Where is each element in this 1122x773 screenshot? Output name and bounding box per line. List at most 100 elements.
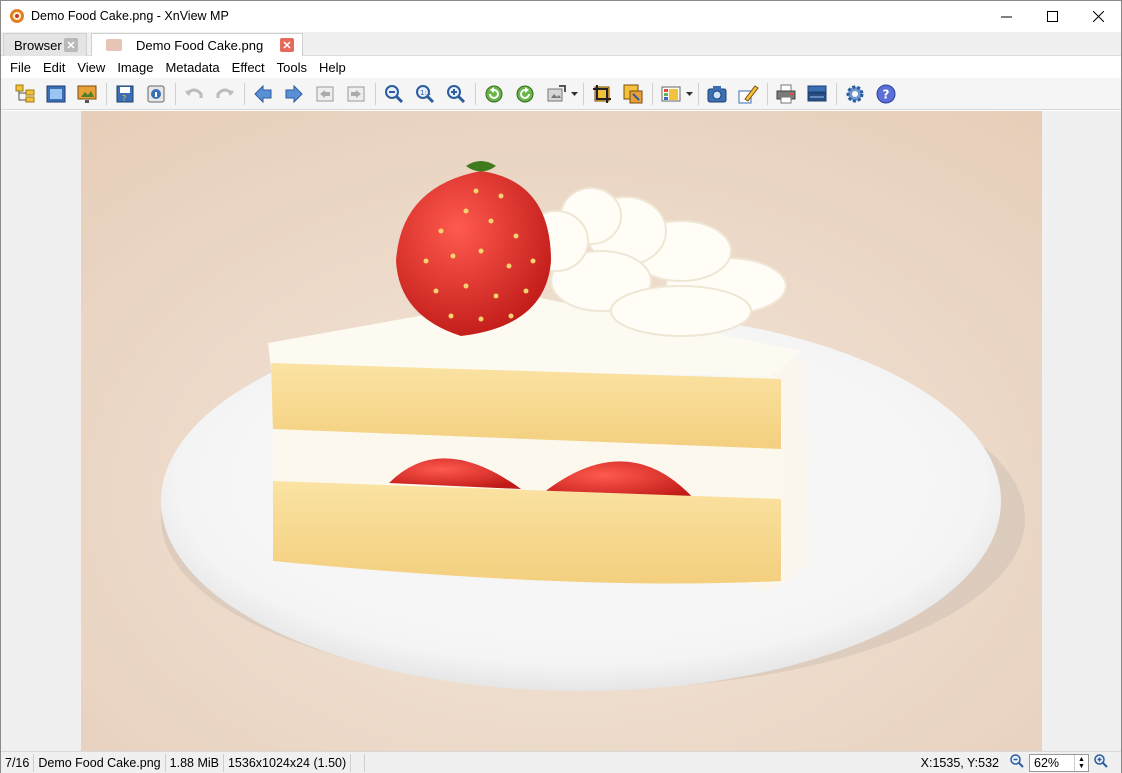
zoom-fit-icon: 1:1 [416, 84, 435, 103]
settings-button[interactable] [841, 81, 869, 107]
zoom-out-button[interactable] [380, 81, 408, 107]
app-window: Demo Food Cake.png - XnView MP Browser D… [0, 0, 1122, 773]
first-button[interactable] [311, 81, 339, 107]
minimize-icon [1000, 16, 1012, 17]
tab-close-icon[interactable] [280, 38, 294, 52]
last-icon [347, 86, 365, 101]
chevron-down-icon [685, 91, 693, 96]
svg-text:?: ? [122, 94, 126, 103]
tab-close-icon[interactable] [64, 38, 78, 52]
status-filesize: 1.88 MiB [166, 753, 224, 772]
properties-button[interactable] [142, 81, 170, 107]
status-spacer [351, 753, 366, 772]
previous-icon [254, 84, 272, 103]
tab-bar: Browser Demo Food Cake.png [1, 32, 1121, 56]
next-button[interactable] [280, 81, 308, 107]
print-icon [776, 84, 796, 103]
zoom-in-status-button[interactable] [1093, 753, 1109, 772]
tab-thumbnail-icon [106, 39, 122, 51]
adjust-icon [661, 86, 681, 101]
close-button[interactable] [1075, 1, 1121, 31]
tab-image[interactable]: Demo Food Cake.png [91, 33, 303, 56]
status-filename: Demo Food Cake.png [34, 753, 166, 772]
browser-icon [15, 84, 35, 102]
status-coords: X:1535, Y:532 [920, 755, 999, 770]
adjust-button[interactable] [657, 81, 685, 107]
crop-icon [593, 84, 611, 103]
save-icon: ? [116, 85, 134, 103]
zoom-in-icon [1094, 754, 1108, 768]
transform-dropdown[interactable] [570, 81, 578, 107]
svg-text:?: ? [883, 87, 890, 101]
zoom-fit-button[interactable]: 1:1 [411, 81, 439, 107]
status-dimensions: 1536x1024x24 (1.50) [224, 753, 352, 772]
menu-tools[interactable]: Tools [271, 60, 313, 75]
status-index: 7/16 [1, 753, 35, 772]
crop-button[interactable] [588, 81, 616, 107]
chevron-down-icon [570, 91, 578, 96]
last-button[interactable] [342, 81, 370, 107]
menu-metadata[interactable]: Metadata [159, 60, 225, 75]
menu-effect[interactable]: Effect [226, 60, 271, 75]
zoom-in-icon [447, 84, 466, 103]
resize-button[interactable] [619, 81, 647, 107]
maximize-icon [1046, 10, 1058, 22]
zoom-spinner[interactable]: ▲ ▼ [1074, 754, 1088, 771]
undo-icon [185, 88, 203, 98]
edit-icon [738, 84, 759, 103]
rotate-left-button[interactable] [480, 81, 508, 107]
menu-help[interactable]: Help [313, 60, 352, 75]
scan-button[interactable] [803, 81, 831, 107]
rotate-left-icon [485, 85, 503, 102]
capture-button[interactable] [703, 81, 731, 107]
properties-icon [147, 85, 165, 102]
menu-edit[interactable]: Edit [37, 60, 71, 75]
zoom-out-icon [385, 84, 404, 103]
menu-image[interactable]: Image [111, 60, 159, 75]
first-icon [316, 86, 334, 101]
status-bar: 7/16 Demo Food Cake.png 1.88 MiB 1536x10… [1, 751, 1121, 773]
previous-button[interactable] [249, 81, 277, 107]
transform-icon [547, 84, 566, 101]
zoom-input[interactable]: 62% ▲ ▼ [1029, 753, 1089, 772]
zoom-value: 62% [1034, 755, 1060, 770]
resize-icon [623, 84, 643, 103]
help-icon: ? [876, 84, 896, 103]
minimize-button[interactable] [983, 1, 1029, 31]
capture-icon [707, 85, 727, 102]
help-button[interactable]: ? [872, 81, 900, 107]
menu-file[interactable]: File [4, 60, 37, 75]
save-button[interactable]: ? [111, 81, 139, 107]
adjust-dropdown[interactable] [685, 81, 693, 107]
slideshow-button[interactable] [73, 81, 101, 107]
window-title: Demo Food Cake.png - XnView MP [31, 9, 229, 23]
menu-view[interactable]: View [71, 60, 111, 75]
transform-button[interactable] [542, 81, 570, 107]
image-canvas[interactable] [81, 111, 1042, 751]
zoom-out-status-button[interactable] [1009, 753, 1025, 772]
tab-browser-label: Browser [14, 37, 62, 53]
tab-browser[interactable]: Browser [3, 33, 87, 56]
undo-button[interactable] [180, 81, 208, 107]
rotate-right-icon [516, 85, 534, 102]
settings-icon [846, 85, 864, 102]
fullscreen-icon [46, 85, 66, 102]
close-icon [1092, 10, 1104, 22]
edit-button[interactable] [734, 81, 762, 107]
cake-image [81, 111, 1042, 751]
title-bar: Demo Food Cake.png - XnView MP [1, 1, 1121, 31]
redo-button[interactable] [211, 81, 239, 107]
scan-icon [807, 85, 827, 101]
rotate-right-button[interactable] [511, 81, 539, 107]
browser-button[interactable] [11, 81, 39, 107]
svg-text:1:1: 1:1 [420, 89, 431, 97]
maximize-button[interactable] [1029, 1, 1075, 31]
zoom-out-icon [1010, 754, 1024, 768]
fullscreen-button[interactable] [42, 81, 70, 107]
redo-icon [216, 88, 234, 98]
image-viewer[interactable] [1, 111, 1121, 751]
zoom-in-button[interactable] [442, 81, 470, 107]
xnview-logo-icon [10, 9, 24, 23]
slideshow-icon [77, 85, 97, 103]
print-button[interactable] [772, 81, 800, 107]
